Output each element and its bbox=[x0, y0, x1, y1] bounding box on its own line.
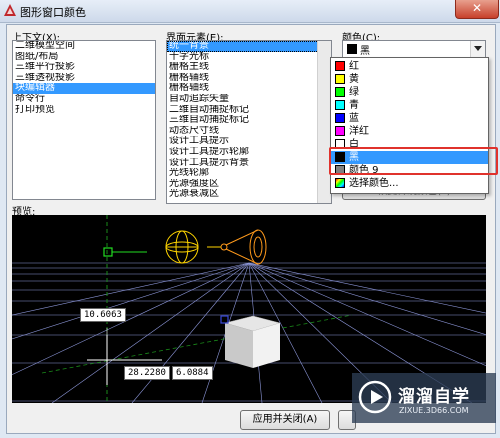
color-option-label: 青 bbox=[349, 100, 359, 111]
color-option[interactable]: 青 bbox=[331, 99, 488, 112]
interface-element-list-item[interactable]: 栅格主线 bbox=[167, 62, 331, 73]
interface-element-list-item[interactable]: 三维自动捕捉标记 bbox=[167, 115, 331, 126]
color-option[interactable]: 绿 bbox=[331, 86, 488, 99]
interface-element-list-item[interactable]: 自动追踪矢量 bbox=[167, 94, 331, 105]
watermark-badge: 溜溜自学 ZIXUE.3D66.COM bbox=[352, 373, 496, 423]
interface-element-list-item[interactable]: 光源衰减区 bbox=[167, 189, 331, 200]
color-combobox[interactable]: 黑 bbox=[342, 40, 486, 58]
point-light-glyph bbox=[165, 230, 199, 264]
context-list-item[interactable]: 三维平行投影 bbox=[13, 62, 155, 73]
color-option-label: 洋红 bbox=[349, 126, 369, 137]
context-list-item[interactable]: 图纸/布局 bbox=[13, 52, 155, 63]
color-swatch-icon bbox=[335, 100, 345, 110]
dynamic-dimension-value: 10.6063 bbox=[80, 308, 126, 322]
color-option[interactable]: 选择颜色... bbox=[331, 177, 488, 190]
current-color-name: 黑 bbox=[360, 46, 370, 57]
color-option[interactable]: 蓝 bbox=[331, 112, 488, 125]
interface-list-scrollbar[interactable] bbox=[317, 41, 331, 203]
play-logo-icon bbox=[358, 380, 392, 414]
color-option-label: 选择颜色... bbox=[349, 178, 399, 189]
combo-dropdown-button[interactable] bbox=[470, 41, 485, 57]
context-list-item[interactable]: 命令行 bbox=[13, 94, 155, 105]
blue-snap-marker bbox=[220, 315, 229, 324]
apply-and-close-button[interactable]: 应用并关闭(A) bbox=[240, 410, 330, 430]
chevron-down-icon bbox=[474, 46, 482, 51]
color-option-label: 黄 bbox=[349, 74, 359, 85]
color-option[interactable]: 洋红 bbox=[331, 125, 488, 138]
context-list-item[interactable]: 块编辑器 bbox=[13, 83, 155, 94]
interface-element-list-item[interactable]: 设计工具提示轮廓 bbox=[167, 147, 331, 158]
title-bar: 图形窗口颜色 ✕ bbox=[0, 0, 500, 23]
close-button[interactable]: ✕ bbox=[455, 0, 499, 19]
window-title: 图形窗口颜色 bbox=[20, 6, 86, 19]
interface-element-list-item[interactable]: 十字光标 bbox=[167, 52, 331, 63]
selection-highlight-annotation bbox=[329, 147, 498, 175]
cursor-coordinate-x: 28.2280 bbox=[124, 366, 170, 380]
context-list-item[interactable]: 打印预览 bbox=[13, 105, 155, 116]
interface-element-list-item[interactable]: 栅格辅线 bbox=[167, 73, 331, 84]
color-option[interactable]: 黄 bbox=[331, 73, 488, 86]
watermark-brand: 溜溜自学 bbox=[398, 387, 470, 407]
autocad-app-icon bbox=[4, 4, 16, 16]
color-swatch-icon bbox=[335, 61, 345, 71]
color-swatch-icon bbox=[335, 74, 345, 84]
color-option[interactable]: 红 bbox=[331, 60, 488, 73]
interface-element-list-item[interactable]: 动态尺寸线 bbox=[167, 126, 331, 137]
color-swatch-icon bbox=[335, 87, 345, 97]
interface-element-list-item[interactable]: 光线轮廓 bbox=[167, 168, 331, 179]
watermark-url: ZIXUE.3D66.COM bbox=[399, 406, 469, 415]
spotlight-glyph bbox=[207, 229, 267, 265]
white-cube bbox=[224, 315, 281, 368]
interface-element-list-item[interactable]: 二维自动捕捉标记 bbox=[167, 105, 331, 116]
color-swatch-icon bbox=[335, 126, 345, 136]
cursor-coordinate-y: 6.0884 bbox=[172, 366, 213, 380]
color-swatch-icon bbox=[335, 113, 345, 123]
context-list-item[interactable]: 二维模型空间 bbox=[13, 41, 155, 52]
color-option-label: 红 bbox=[349, 61, 359, 72]
interface-element-list-item[interactable]: 栅格轴线 bbox=[167, 83, 331, 94]
interface-element-list-item[interactable]: 设计工具提示 bbox=[167, 136, 331, 147]
color-option-label: 绿 bbox=[349, 87, 359, 98]
interface-element-list[interactable]: 统一背景 十字光标 栅格主线 栅格辅线 栅格轴线 自动追踪矢量 二维自动捕捉标记 三维自动捕捉… bbox=[166, 40, 332, 204]
color-option-label: 蓝 bbox=[349, 113, 359, 124]
current-color-swatch bbox=[347, 44, 357, 54]
interface-element-list-item[interactable]: 光源强度区 bbox=[167, 179, 331, 190]
color-swatch-icon bbox=[335, 178, 345, 188]
context-list[interactable]: 二维模型空间 图纸/布局 三维平行投影 三维透视投影 块编辑器 命令行 打印预览 bbox=[12, 40, 156, 200]
context-list-item[interactable]: 三维透视投影 bbox=[13, 73, 155, 84]
green-snap-marker bbox=[103, 247, 113, 257]
green-tracking-diagonal bbox=[41, 314, 353, 374]
interface-element-list-item[interactable]: 统一背景 bbox=[167, 41, 331, 52]
interface-element-list-item[interactable]: 设计工具提示背景 bbox=[167, 158, 331, 169]
